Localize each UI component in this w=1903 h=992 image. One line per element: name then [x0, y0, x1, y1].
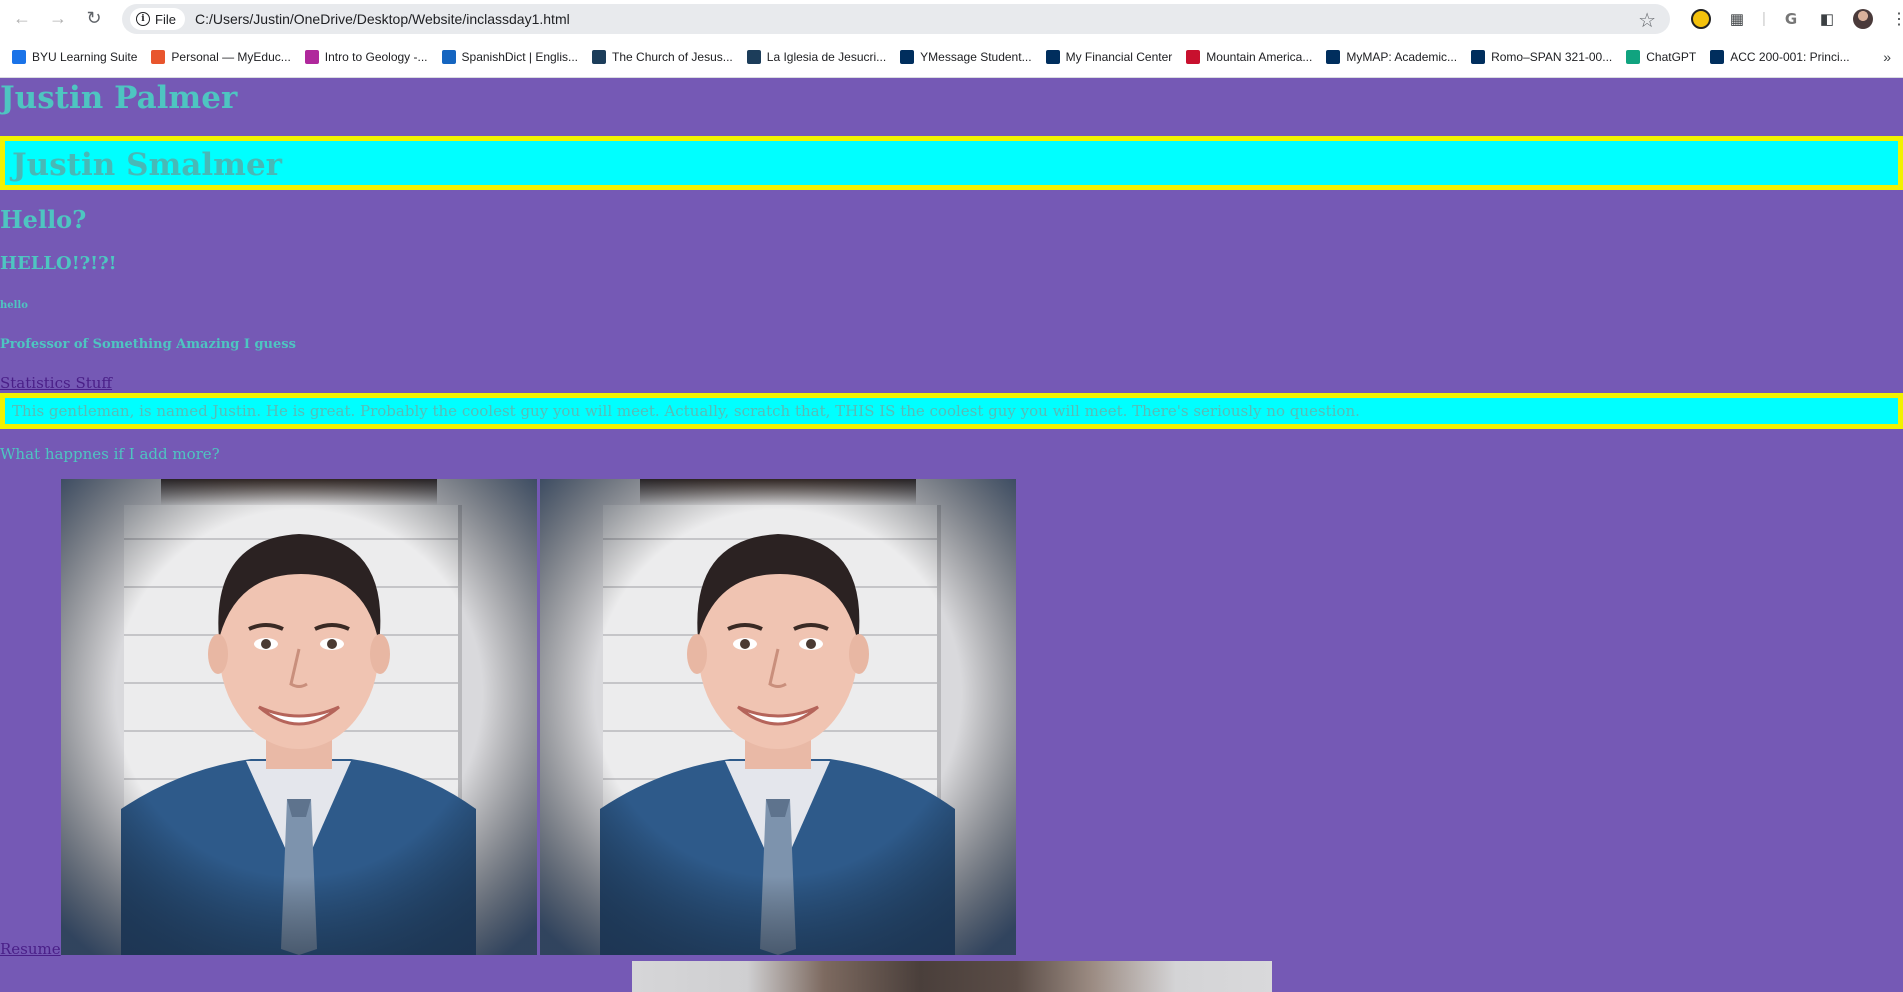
- side-panel-icon[interactable]: ◧: [1816, 8, 1838, 30]
- boxed-paragraph: This gentleman, is named Justin. He is g…: [12, 402, 1360, 420]
- byu-y-icon: [1710, 50, 1725, 64]
- bookmark-item[interactable]: Romo–SPAN 321-00...: [1471, 50, 1612, 64]
- bookmark-label: ChatGPT: [1646, 50, 1697, 64]
- address-bar[interactable]: i File C:/Users/Justin/OneDrive/Desktop/…: [122, 4, 1670, 34]
- info-icon: i: [136, 12, 150, 26]
- bookmark-label: BYU Learning Suite: [32, 50, 138, 64]
- myeduc-icon: [151, 50, 166, 64]
- byu-learning-suite-icon: [12, 50, 26, 64]
- bookmark-label: Personal — MyEduc...: [171, 50, 291, 64]
- bookmark-item[interactable]: The Church of Jesus...: [592, 50, 733, 64]
- google-icon[interactable]: G: [1780, 8, 1802, 30]
- bookmark-item[interactable]: Personal — MyEduc...: [151, 50, 291, 64]
- bookmark-label: Intro to Geology -...: [324, 50, 428, 64]
- heading-hello: Hello?: [0, 205, 87, 234]
- url-text[interactable]: C:/Users/Justin/OneDrive/Desktop/Website…: [195, 11, 570, 27]
- boxed-heading-container: Justin Smalmer: [0, 136, 1903, 190]
- boxed-heading-justin-smalmer: Justin Smalmer: [12, 147, 282, 183]
- bookmarks-bar: BYU Learning Suite Personal — MyEduc... In…: [0, 37, 1903, 78]
- site-info-chip[interactable]: i File: [130, 8, 185, 30]
- bookmark-item[interactable]: My Financial Center: [1045, 50, 1173, 64]
- bookmark-label: Romo–SPAN 321-00...: [1491, 50, 1613, 64]
- bookmark-item[interactable]: ChatGPT: [1626, 50, 1696, 64]
- resume-link[interactable]: Resume: [0, 940, 61, 958]
- reload-button[interactable]: ↻: [76, 1, 112, 37]
- bookmark-label: My Financial Center: [1065, 50, 1173, 64]
- bookmark-item[interactable]: Mountain America...: [1186, 50, 1312, 64]
- heading-professor: Professor of Something Amazing I guess: [0, 337, 296, 352]
- byu-y-icon: [1471, 50, 1486, 64]
- mountain-america-icon: [1186, 50, 1201, 64]
- statistics-stuff-link[interactable]: Statistics Stuff: [0, 374, 112, 392]
- extension-yellow-icon[interactable]: [1690, 8, 1712, 30]
- bookmark-item[interactable]: YMessage Student...: [900, 50, 1032, 64]
- iglesia-icon: [746, 50, 761, 64]
- forward-button[interactable]: →: [40, 1, 76, 37]
- bookmark-label: MyMAP: Academic...: [1346, 50, 1458, 64]
- bookmark-item[interactable]: BYU Learning Suite: [12, 50, 137, 64]
- site-info-label: File: [155, 11, 176, 27]
- heading-hello-small: hello: [0, 300, 28, 311]
- paragraph-add-more: What happnes if I add more?: [0, 445, 220, 463]
- boxed-paragraph-container: This gentleman, is named Justin. He is g…: [0, 393, 1903, 429]
- heading-hello-caps: HELLO!?!?!: [0, 253, 117, 274]
- bookmark-item[interactable]: SpanishDict | Englis...: [441, 50, 579, 64]
- bookmark-label: SpanishDict | Englis...: [461, 50, 579, 64]
- profile-avatar[interactable]: [1852, 8, 1874, 30]
- bookmark-item[interactable]: Intro to Geology -...: [304, 50, 428, 64]
- chatgpt-icon: [1626, 50, 1641, 64]
- browser-toolbar: ← → ↻ i File C:/Users/Justin/OneDrive/De…: [0, 0, 1903, 37]
- bookmark-item[interactable]: La Iglesia de Jesucri...: [746, 50, 887, 64]
- more-bookmarks-icon[interactable]: »: [1883, 49, 1891, 65]
- bookmark-item[interactable]: MyMAP: Academic...: [1326, 50, 1457, 64]
- byu-y-icon: [1045, 50, 1060, 64]
- portrait-photo-2[interactable]: [540, 479, 1016, 955]
- separator-icon: |: [1762, 10, 1766, 27]
- back-arrow-icon: ←: [13, 8, 31, 28]
- bookmark-label: ACC 200-001: Princi...: [1730, 50, 1850, 64]
- extensions-puzzle-icon[interactable]: ▦: [1726, 8, 1748, 30]
- bookmark-label: The Church of Jesus...: [612, 50, 733, 64]
- back-button[interactable]: ←: [4, 1, 40, 37]
- bookmark-label: YMessage Student...: [920, 50, 1032, 64]
- reload-icon: ↻: [86, 8, 102, 28]
- web-page: Justin Palmer Justin Smalmer Hello? HELL…: [0, 78, 1903, 992]
- menu-kebab-icon[interactable]: ⋮: [1888, 8, 1903, 30]
- portrait-photo-1[interactable]: [61, 479, 537, 955]
- bookmark-star-icon[interactable]: ☆: [1638, 8, 1656, 33]
- page-heading-justin-palmer: Justin Palmer: [0, 80, 238, 116]
- geology-icon: [304, 50, 319, 64]
- bookmark-label: La Iglesia de Jesucri...: [766, 50, 887, 64]
- bookmark-item[interactable]: ACC 200-001: Princi...: [1710, 50, 1850, 64]
- church-icon: [592, 50, 607, 64]
- forward-arrow-icon: →: [49, 8, 67, 28]
- extension-area: ▦ | G ◧ ⋮: [1690, 0, 1903, 37]
- spanishdict-icon: [441, 50, 456, 64]
- portrait-photo-3-partial[interactable]: [632, 961, 1272, 992]
- bookmark-label: Mountain America...: [1206, 50, 1313, 64]
- byu-y-icon: [1326, 50, 1341, 64]
- byu-y-icon: [900, 50, 915, 64]
